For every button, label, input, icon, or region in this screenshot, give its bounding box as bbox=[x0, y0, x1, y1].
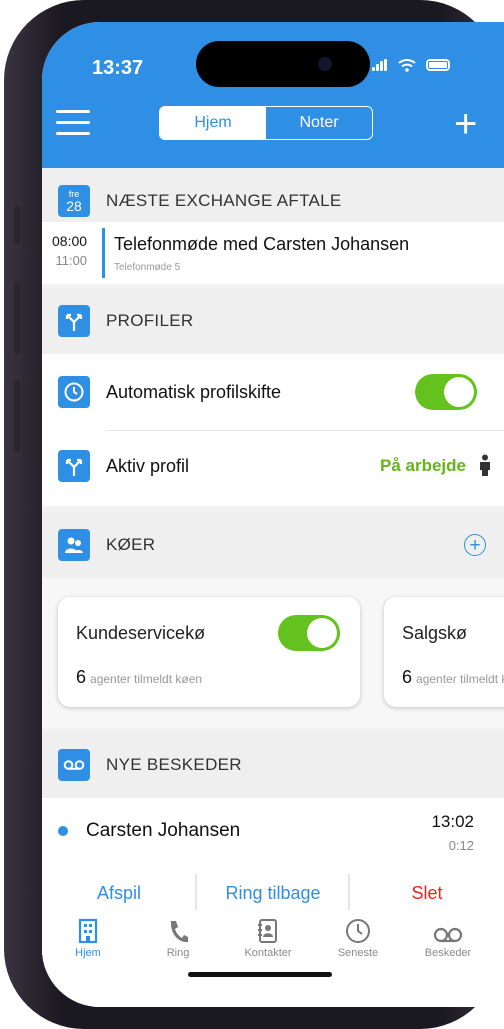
view-segmented-control: Hjem Noter bbox=[159, 106, 373, 140]
camera-icon bbox=[318, 57, 332, 71]
status-time: 13:37 bbox=[92, 57, 144, 79]
queue-count: 6agenter tilmeldt køen bbox=[76, 667, 202, 688]
tab-hjem[interactable]: Hjem bbox=[48, 914, 128, 959]
appointment-accent-bar bbox=[102, 228, 105, 278]
section-title: NÆSTE EXCHANGE AFTALE bbox=[106, 191, 342, 210]
queue-count-label: agenter tilmeldt køen bbox=[416, 672, 504, 686]
appointment-subtitle: Telefonmøde 5 bbox=[114, 262, 181, 273]
calendar-icon: fre 28 bbox=[58, 185, 90, 217]
add-icon[interactable]: + bbox=[454, 104, 477, 144]
play-button[interactable]: Afspil bbox=[42, 872, 196, 914]
voicemail-icon bbox=[58, 749, 90, 781]
queue-name: Kundeservicekø bbox=[76, 623, 206, 643]
section-title: PROFILER bbox=[106, 311, 194, 330]
route-arrows-icon bbox=[58, 450, 90, 482]
queue-count: 6agenter tilmeldt køen bbox=[402, 667, 504, 688]
message-duration: 0:12 bbox=[448, 838, 474, 853]
wifi-icon bbox=[398, 59, 416, 72]
battery-icon bbox=[426, 59, 450, 71]
voicemail-icon bbox=[433, 914, 463, 944]
mute-switch bbox=[14, 206, 20, 244]
tab-kontakter[interactable]: Kontakter bbox=[228, 914, 308, 959]
appointment-end: 11:00 bbox=[55, 252, 88, 268]
divider bbox=[106, 430, 504, 431]
divider bbox=[348, 874, 350, 910]
unread-dot-icon bbox=[58, 826, 68, 836]
tab-beskeder[interactable]: Beskeder bbox=[408, 914, 488, 959]
message-time: 13:02 bbox=[431, 812, 474, 831]
signal-icon bbox=[372, 59, 388, 71]
queue-count-value: 6 bbox=[402, 667, 413, 687]
auto-switch-toggle[interactable] bbox=[415, 374, 477, 410]
group-icon bbox=[58, 529, 90, 561]
profiles-list: Automatisk profilskifte Aktiv profil På … bbox=[42, 354, 504, 506]
tab-label: Hjem bbox=[75, 947, 101, 959]
queue-count-value: 6 bbox=[76, 667, 87, 687]
messages-section-header: NYE BESKEDER bbox=[42, 732, 504, 798]
tab-ring[interactable]: Ring bbox=[138, 914, 218, 959]
queue-toggle[interactable] bbox=[278, 615, 340, 651]
appointment-title: Telefonmøde med Carsten Johansen bbox=[114, 234, 410, 254]
add-queue-icon[interactable]: + bbox=[464, 534, 486, 556]
tab-bar: Hjem Ring Kontakter Seneste Beskeder bbox=[42, 914, 504, 974]
menu-icon[interactable] bbox=[56, 110, 90, 143]
profiles-section-header: PROFILER bbox=[42, 288, 504, 354]
route-arrows-icon bbox=[58, 305, 90, 337]
queue-card[interactable]: Salgskø 6agenter tilmeldt køen bbox=[384, 597, 504, 707]
person-icon bbox=[478, 454, 492, 481]
volume-down-button bbox=[14, 380, 20, 452]
appointment-times: 08:00 11:00 bbox=[52, 232, 87, 270]
tab-label: Kontakter bbox=[244, 947, 292, 959]
tab-label: Ring bbox=[166, 947, 190, 959]
home-indicator bbox=[188, 972, 332, 977]
call-back-button[interactable]: Ring tilbage bbox=[196, 872, 350, 914]
divider bbox=[195, 874, 197, 910]
section-title: KØER bbox=[106, 535, 156, 554]
contacts-book-icon bbox=[257, 914, 279, 944]
message-row[interactable]: Carsten Johansen 13:02 0:12 bbox=[42, 798, 504, 868]
active-profile-value[interactable]: På arbejde bbox=[380, 456, 466, 476]
tab-noter[interactable]: Noter bbox=[266, 107, 372, 139]
delete-button[interactable]: Slet bbox=[350, 872, 504, 914]
tab-hjem[interactable]: Hjem bbox=[160, 107, 266, 139]
calendar-date: 28 bbox=[66, 197, 82, 214]
clock-icon bbox=[58, 376, 90, 408]
clock-icon bbox=[345, 914, 371, 944]
active-profile-label: Aktiv profil bbox=[106, 456, 190, 476]
queues-section-header: KØER + bbox=[42, 512, 504, 578]
building-icon bbox=[78, 914, 98, 944]
tab-label: Beskeder bbox=[424, 947, 472, 959]
queue-count-label: agenter tilmeldt køen bbox=[90, 672, 203, 686]
tab-seneste[interactable]: Seneste bbox=[318, 914, 398, 959]
queue-card[interactable]: Kundeservicekø 6 agenter tilmeldt køen bbox=[58, 597, 360, 707]
appointment-start: 08:00 bbox=[52, 233, 88, 249]
section-title: NYE BESKEDER bbox=[106, 755, 242, 774]
phone-icon bbox=[167, 914, 189, 944]
tab-label: Seneste bbox=[337, 947, 379, 959]
app-header: 13:37 Hjem Noter + bbox=[42, 22, 504, 168]
message-actions: Afspil Ring tilbage Slet bbox=[42, 872, 504, 914]
appointment-row[interactable]: 08:00 11:00 Telefonmøde med Carsten Joha… bbox=[42, 222, 504, 284]
status-icons bbox=[372, 58, 450, 72]
message-caller: Carsten Johansen bbox=[86, 820, 241, 841]
volume-up-button bbox=[14, 282, 20, 354]
queue-name: Salgskø bbox=[402, 623, 468, 643]
app-screen: 13:37 Hjem Noter + fre 28 NÆSTE EXCHANGE… bbox=[42, 22, 504, 1007]
dynamic-island bbox=[196, 41, 370, 87]
auto-switch-label: Automatisk profilskifte bbox=[106, 382, 282, 402]
